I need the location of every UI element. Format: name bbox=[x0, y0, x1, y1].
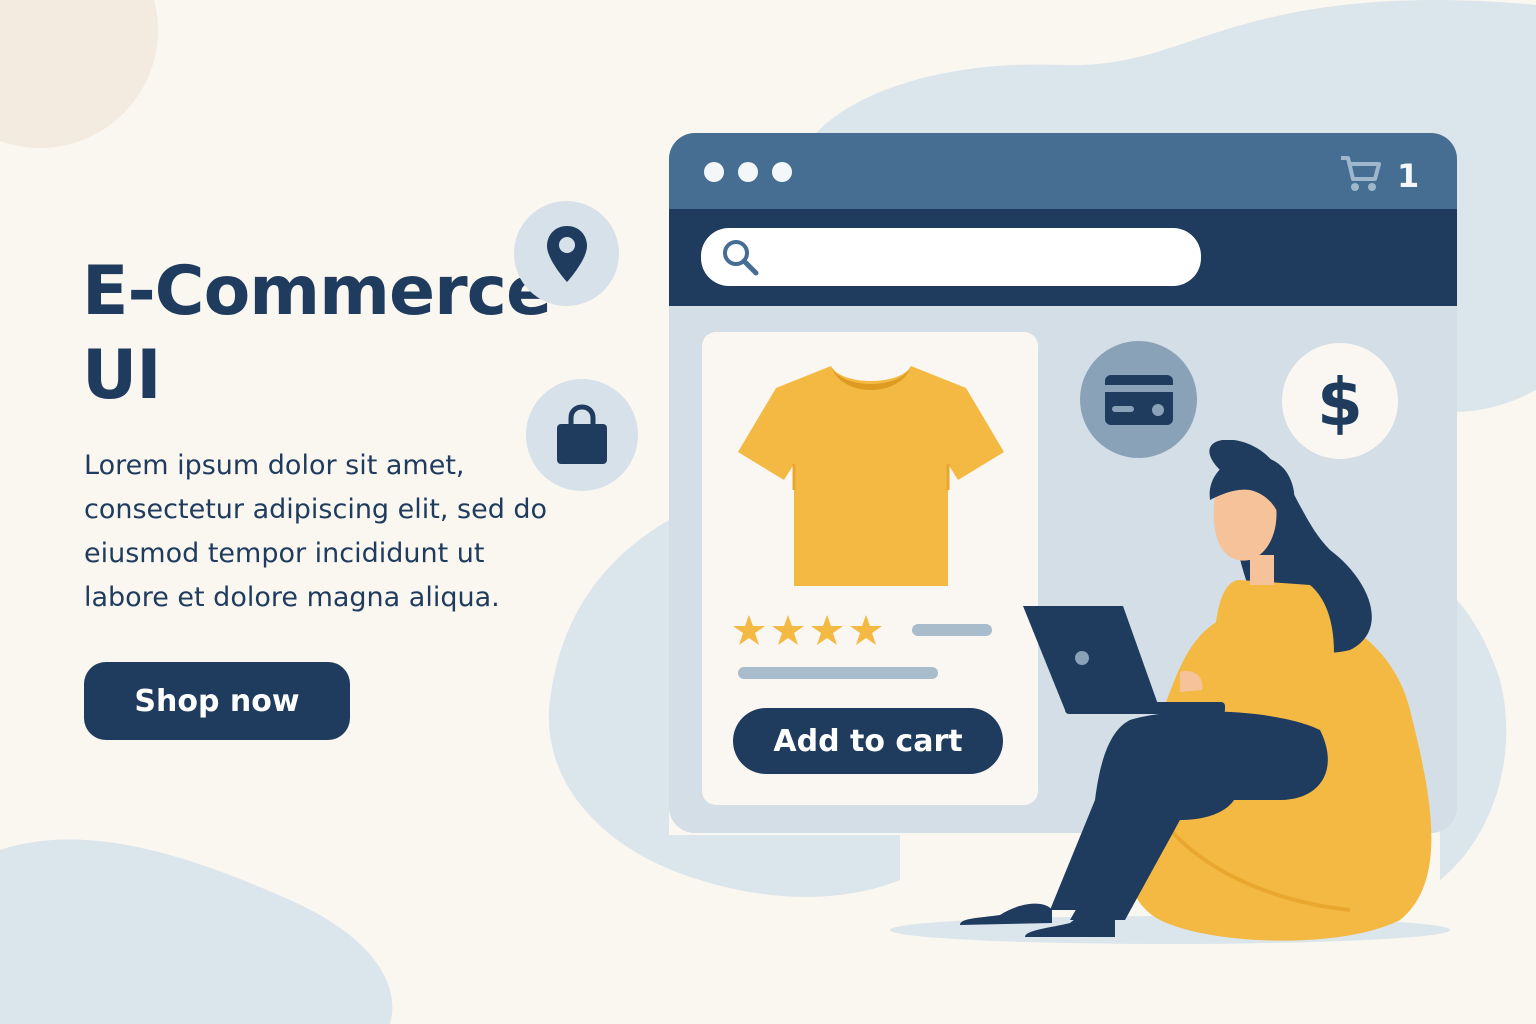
browser-titlebar: 1 bbox=[669, 133, 1457, 209]
shopping-bag-icon bbox=[557, 404, 607, 464]
rating-stars bbox=[733, 615, 882, 645]
shop-now-button[interactable]: Shop now bbox=[84, 662, 350, 740]
cart-count-badge: 1 bbox=[1397, 157, 1420, 195]
hero-title-line1: E-Commerce bbox=[82, 252, 552, 331]
hero-description: Lorem ipsum dolor sit amet, consectetur … bbox=[84, 450, 548, 613]
window-dot bbox=[772, 162, 792, 182]
search-icon bbox=[723, 240, 759, 276]
dollar-icon: $ bbox=[1317, 364, 1363, 439]
hero-title-line2: UI bbox=[82, 336, 162, 415]
cart-icon[interactable] bbox=[1339, 153, 1381, 193]
bag-circle bbox=[526, 379, 638, 491]
window-dot bbox=[738, 162, 758, 182]
star-icon bbox=[850, 615, 882, 645]
svg-text:$: $ bbox=[1317, 364, 1363, 439]
location-pin-icon bbox=[546, 225, 587, 282]
hero-title: E-Commerce UI bbox=[82, 250, 582, 418]
star-icon bbox=[733, 615, 765, 645]
star-icon bbox=[772, 615, 804, 645]
window-dot bbox=[704, 162, 724, 182]
location-circle bbox=[514, 201, 619, 306]
star-icon bbox=[811, 615, 843, 645]
woman-with-laptop-illustration bbox=[890, 440, 1450, 944]
credit-card-icon bbox=[1104, 374, 1173, 425]
search-input[interactable] bbox=[701, 228, 1201, 286]
